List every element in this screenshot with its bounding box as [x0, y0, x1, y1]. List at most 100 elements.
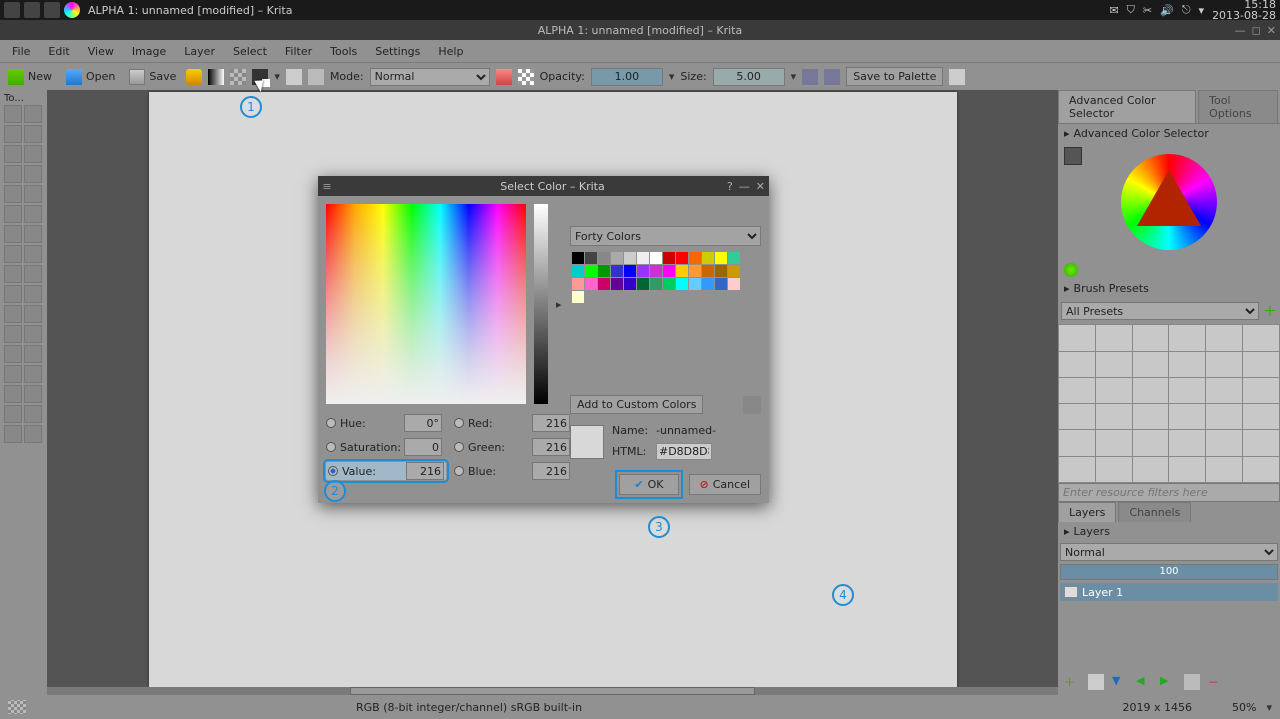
- value-input[interactable]: [406, 462, 444, 480]
- tool-33[interactable]: [24, 425, 42, 443]
- tool-7[interactable]: [24, 165, 42, 183]
- brush-preset[interactable]: [1096, 352, 1132, 377]
- hue-row[interactable]: Hue:: [326, 414, 446, 432]
- volume-icon[interactable]: 🔊: [1160, 4, 1174, 17]
- save-to-palette-button[interactable]: Save to Palette: [846, 67, 943, 86]
- brush-preset[interactable]: [1059, 404, 1095, 429]
- brush-preset[interactable]: [1243, 325, 1279, 350]
- menu-filter[interactable]: Filter: [277, 43, 320, 60]
- swatch[interactable]: [572, 278, 584, 290]
- layer-item[interactable]: Layer 1: [1060, 583, 1278, 601]
- red-input[interactable]: [532, 414, 570, 432]
- tool-27[interactable]: [24, 365, 42, 383]
- hue-input[interactable]: [404, 414, 442, 432]
- blue-input[interactable]: [532, 462, 570, 480]
- html-input[interactable]: [656, 443, 712, 460]
- brush-preset[interactable]: [1059, 378, 1095, 403]
- swatch[interactable]: [572, 252, 584, 264]
- brush-preset[interactable]: [1169, 430, 1205, 455]
- tool-31[interactable]: [24, 405, 42, 423]
- layer-blend-select[interactable]: Normal: [1060, 543, 1278, 561]
- brush-preset[interactable]: [1243, 378, 1279, 403]
- menu-tools[interactable]: Tools: [322, 43, 365, 60]
- refresh-icon[interactable]: [1064, 263, 1078, 277]
- taskbar-icon[interactable]: [24, 2, 40, 18]
- tool-22[interactable]: [4, 325, 22, 343]
- swatch[interactable]: [689, 265, 701, 277]
- close-icon[interactable]: ✕: [756, 180, 765, 193]
- zoom-level[interactable]: 50%: [1232, 701, 1256, 714]
- add-custom-colors-button[interactable]: Add to Custom Colors: [570, 395, 703, 414]
- krita-app-icon[interactable]: [64, 2, 80, 18]
- swatch[interactable]: [572, 291, 584, 303]
- tool-12[interactable]: [4, 225, 22, 243]
- brush-preset[interactable]: [1206, 325, 1242, 350]
- new-button[interactable]: New: [4, 67, 56, 87]
- menu-help[interactable]: Help: [430, 43, 471, 60]
- expand-icon[interactable]: ▸: [556, 298, 562, 311]
- swatch[interactable]: [663, 278, 675, 290]
- tool-0[interactable]: [4, 105, 22, 123]
- swatch[interactable]: [611, 278, 623, 290]
- mirror-v-icon[interactable]: [824, 69, 840, 85]
- brush-preset[interactable]: [1243, 404, 1279, 429]
- save-button[interactable]: Save: [125, 67, 180, 87]
- dialog-titlebar[interactable]: ≡ Select Color – Krita ? — ✕: [318, 176, 769, 196]
- swatch[interactable]: [702, 278, 714, 290]
- tool-5[interactable]: [24, 145, 42, 163]
- brush-preset[interactable]: [1133, 404, 1169, 429]
- brush-preset[interactable]: [1059, 430, 1095, 455]
- brush-preset[interactable]: [1206, 378, 1242, 403]
- opacity-chevron-icon[interactable]: ▾: [669, 70, 675, 83]
- swatch[interactable]: [624, 278, 636, 290]
- brush-preset[interactable]: [1059, 325, 1095, 350]
- menu-settings[interactable]: Settings: [367, 43, 428, 60]
- brush-preset[interactable]: [1059, 457, 1095, 482]
- tab-layers[interactable]: Layers: [1058, 502, 1116, 522]
- brush-preset[interactable]: [1206, 352, 1242, 377]
- swatch[interactable]: [611, 265, 623, 277]
- tool-26[interactable]: [4, 365, 22, 383]
- tool-11[interactable]: [24, 205, 42, 223]
- tool-8[interactable]: [4, 185, 22, 203]
- workspace-icon[interactable]: [949, 69, 965, 85]
- wifi-icon[interactable]: ⎋: [1182, 3, 1191, 17]
- horizontal-scrollbar[interactable]: [47, 687, 1058, 695]
- brush-preset[interactable]: [1133, 378, 1169, 403]
- tool-24[interactable]: [4, 345, 22, 363]
- tool-21[interactable]: [24, 305, 42, 323]
- eyedropper-icon[interactable]: [743, 396, 761, 414]
- tool-17[interactable]: [24, 265, 42, 283]
- menu-view[interactable]: View: [80, 43, 122, 60]
- brush-preset[interactable]: [1169, 457, 1205, 482]
- taskbar-icon[interactable]: [44, 2, 60, 18]
- menu-edit[interactable]: Edit: [40, 43, 77, 60]
- swatch[interactable]: [728, 265, 740, 277]
- move-left-icon[interactable]: ◀: [1136, 674, 1152, 690]
- brush-preset[interactable]: [1096, 430, 1132, 455]
- brush-preset[interactable]: [1243, 352, 1279, 377]
- brush-editor-icon[interactable]: [308, 69, 324, 85]
- swatch[interactable]: [650, 278, 662, 290]
- tool-23[interactable]: [24, 325, 42, 343]
- green-row[interactable]: Green:: [454, 438, 570, 456]
- saturation-input[interactable]: [404, 438, 442, 456]
- mirror-h-icon[interactable]: [802, 69, 818, 85]
- saturation-row[interactable]: Saturation:: [326, 438, 446, 456]
- green-input[interactable]: [532, 438, 570, 456]
- move-right-icon[interactable]: ▶: [1160, 674, 1176, 690]
- swatch[interactable]: [663, 252, 675, 264]
- close-icon[interactable]: ✕: [1267, 24, 1276, 37]
- mail-icon[interactable]: ✉: [1109, 4, 1118, 17]
- brush-preset[interactable]: [1133, 325, 1169, 350]
- eraser-toggle-icon[interactable]: [496, 69, 512, 85]
- red-row[interactable]: Red:: [454, 414, 570, 432]
- swatch[interactable]: [598, 278, 610, 290]
- duplicate-layer-icon[interactable]: [1088, 674, 1104, 690]
- value-strip[interactable]: [534, 204, 548, 404]
- swatch[interactable]: [585, 265, 597, 277]
- sv-gradient-picker[interactable]: [326, 204, 526, 404]
- blend-mode-select[interactable]: Normal: [370, 68, 490, 86]
- swatch[interactable]: [598, 265, 610, 277]
- tab-tool-options[interactable]: Tool Options: [1198, 90, 1278, 123]
